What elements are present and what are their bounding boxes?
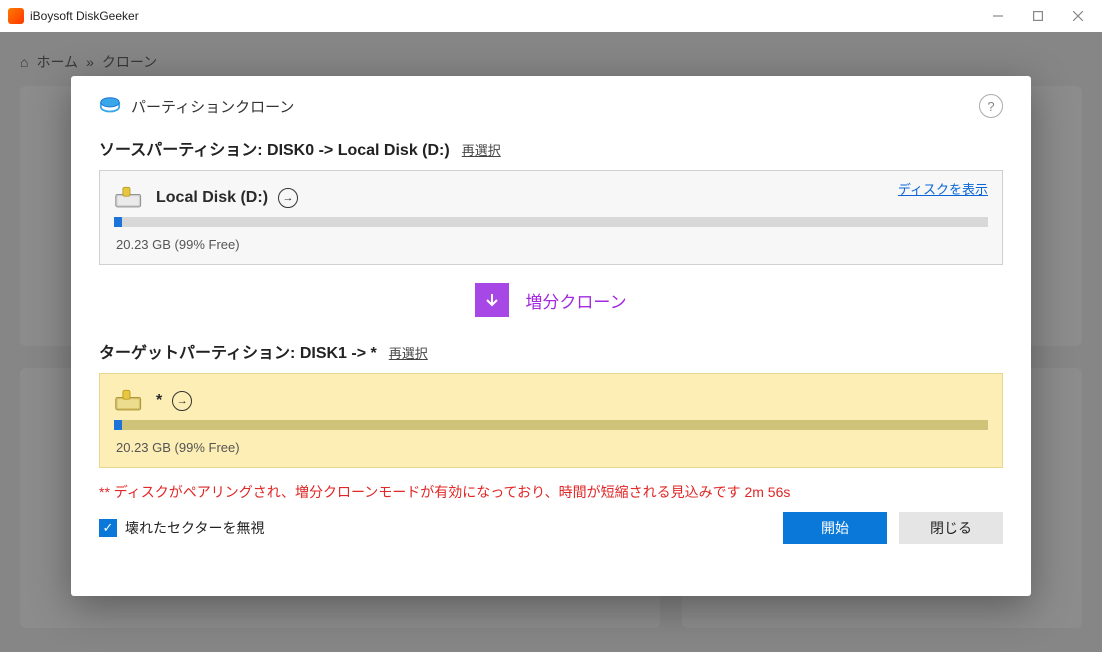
help-button[interactable]: ? [979,94,1003,118]
target-detail-arrow-icon[interactable]: → [172,391,192,411]
target-section-label: ターゲットパーティション: DISK1 -> * [99,339,377,363]
source-usage-stat: 20.23 GB (99% Free) [116,237,988,252]
clone-mode-label[interactable]: 増分クローン [525,288,626,313]
source-partition-panel: ディスクを表示 Local Disk (D:) → 20.23 GB (99% … [99,170,1003,265]
title-bar: iBoysoft DiskGeeker [0,0,1102,33]
ignore-bad-sectors-checkbox[interactable]: ✓ 壊れたセクターを無視 [99,518,264,538]
show-disk-link[interactable]: ディスクを表示 [898,179,988,198]
clone-mode-icon[interactable] [475,283,509,317]
target-partition-panel: * → 20.23 GB (99% Free) [99,373,1003,468]
source-detail-arrow-icon[interactable]: → [278,188,298,208]
partition-clone-icon [99,95,121,117]
source-reselect-link[interactable]: 再選択 [462,140,501,159]
start-button[interactable]: 開始 [783,512,887,544]
dialog-title: パーティションクローン [131,96,294,117]
modal-overlay: パーティションクローン ? ソースパーティション: DISK0 -> Local… [0,32,1102,652]
checkbox-checked-icon: ✓ [99,519,117,537]
target-usage-bar [114,420,988,430]
target-drive-name: * [156,392,162,410]
app-title: iBoysoft DiskGeeker [30,9,139,23]
source-drive-icon [114,185,146,211]
source-usage-bar [114,217,988,227]
app-icon [8,8,24,24]
pairing-note: ** ディスクがペアリングされ、増分クローンモードが有効になっており、時間が短縮… [99,482,1003,502]
maximize-button[interactable] [1018,2,1058,30]
close-button[interactable]: 閉じる [899,512,1003,544]
target-usage-stat: 20.23 GB (99% Free) [116,440,988,455]
minimize-button[interactable] [978,2,1018,30]
target-reselect-link[interactable]: 再選択 [389,343,428,362]
partition-clone-dialog: パーティションクローン ? ソースパーティション: DISK0 -> Local… [71,76,1031,596]
ignore-bad-sectors-label: 壊れたセクターを無視 [125,518,264,538]
close-window-button[interactable] [1058,2,1098,30]
source-drive-name: Local Disk (D:) [156,189,268,207]
source-section-label: ソースパーティション: DISK0 -> Local Disk (D:) [99,136,450,160]
target-drive-icon [114,388,146,414]
